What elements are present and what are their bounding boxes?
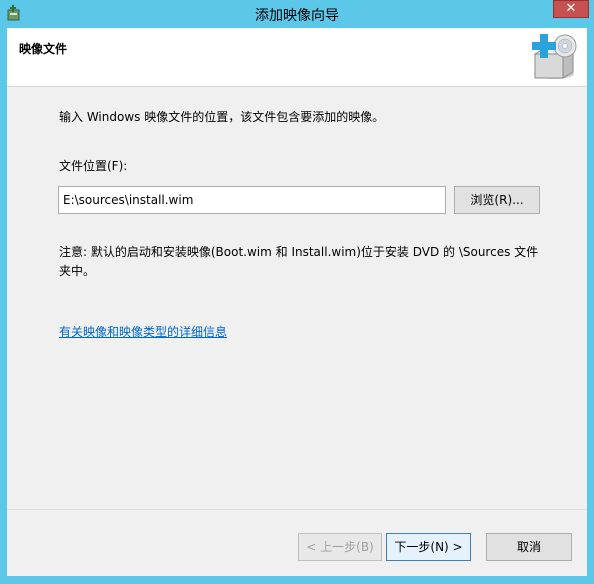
file-location-label: 文件位置(F):: [59, 159, 128, 173]
wizard-header: 映像文件: [7, 28, 587, 87]
image-types-info-link[interactable]: 有关映像和映像类型的详细信息: [59, 323, 227, 340]
add-image-cd-icon: [532, 34, 577, 79]
close-icon: ✕: [565, 1, 577, 16]
wizard-window: 添加映像向导 ✕ 映像文件 输入 Windows 映像文件的位置，该文件包含要添…: [0, 0, 594, 584]
footer-divider: [7, 509, 587, 510]
back-button[interactable]: < 上一步(B): [298, 533, 382, 561]
title-bar[interactable]: 添加映像向导 ✕: [0, 0, 594, 28]
cancel-button[interactable]: 取消: [486, 533, 572, 561]
file-location-input[interactable]: [58, 186, 446, 214]
close-button[interactable]: ✕: [553, 0, 589, 18]
wizard-body: 映像文件 输入 Windows 映像文件的位置，该文件包含要添加的映像。 文件位…: [7, 28, 587, 576]
page-title: 映像文件: [19, 42, 68, 56]
window-title: 添加映像向导: [255, 8, 339, 24]
next-button[interactable]: 下一步(N) >: [386, 533, 471, 561]
note-text: 注意: 默认的启动和安装映像(Boot.wim 和 Install.wim)位于…: [59, 245, 539, 278]
instruction-text: 输入 Windows 映像文件的位置，该文件包含要添加的映像。: [59, 110, 385, 124]
browse-button[interactable]: 浏览(R)...: [454, 186, 540, 214]
